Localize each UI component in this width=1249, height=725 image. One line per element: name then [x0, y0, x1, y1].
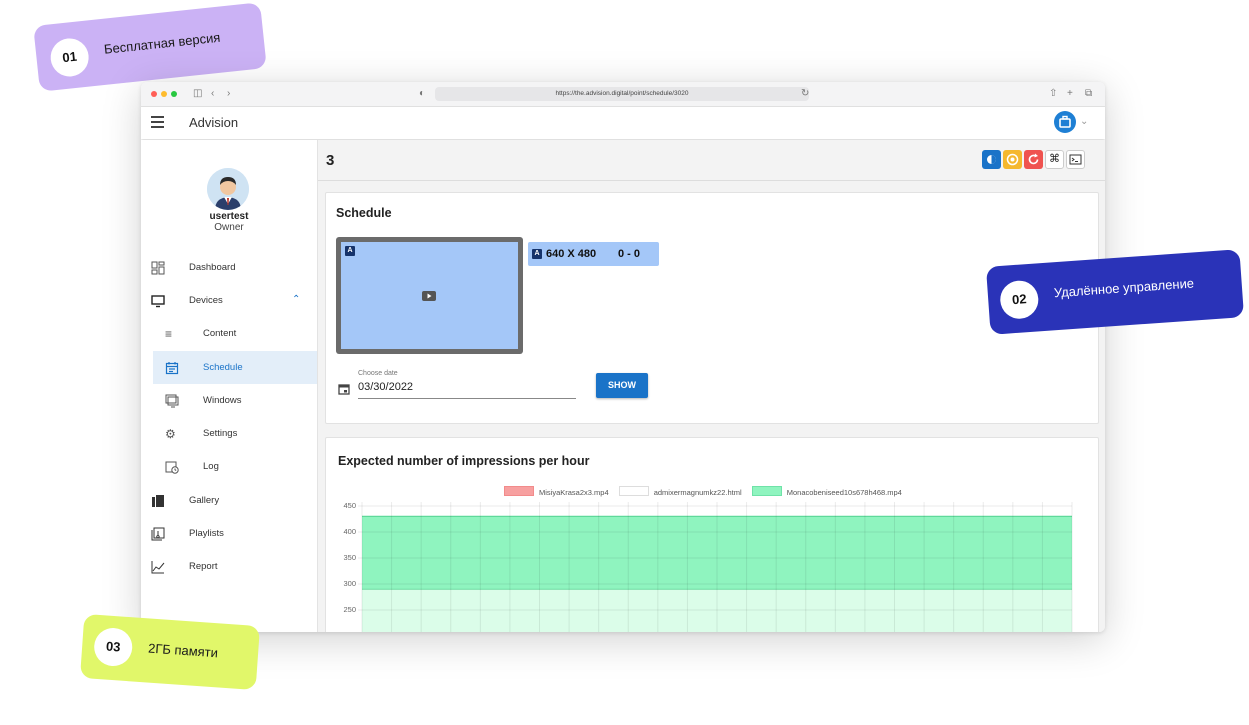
schedule-title: Schedule: [336, 206, 392, 220]
feature-label-storage: 03 2ГБ памяти: [79, 613, 261, 691]
monitor-icon: [151, 294, 165, 308]
sidebar-item-report[interactable]: Report: [141, 550, 317, 583]
refresh-button[interactable]: [1024, 150, 1043, 169]
chart-line-icon: [151, 560, 165, 574]
label-number: 03: [92, 626, 134, 668]
sidebar-item-log[interactable]: Log: [141, 450, 317, 483]
sidebar-item-label: Schedule: [203, 362, 243, 373]
chevron-down-icon[interactable]: ⌄: [1080, 116, 1088, 127]
dashboard-icon: [151, 261, 165, 275]
label-text: Удалённое управление: [1053, 275, 1195, 301]
gear-icon: ⚙: [165, 427, 176, 441]
main-content: 3 ⌘ Schedule A A 640 X 480 0 - 0 Choose …: [318, 140, 1105, 632]
app-title: Advision: [189, 115, 239, 130]
date-label: Choose date: [358, 370, 398, 377]
close-dot[interactable]: [151, 91, 157, 97]
sidebar-item-playlists[interactable]: Playlists: [141, 517, 317, 550]
playlist-icon: [151, 527, 165, 541]
screen-layout-preview[interactable]: A: [336, 237, 523, 354]
sidebar-item-label: Report: [189, 561, 218, 572]
record-button[interactable]: [1003, 150, 1022, 169]
sidebar-item-label: Windows: [203, 395, 242, 406]
menu-icon[interactable]: [151, 116, 164, 128]
sidebar-item-label: Content: [203, 328, 237, 339]
user-name: usertest: [209, 211, 249, 222]
sidebar: usertest Owner Dashboard Devices ⌃ ≡ Con…: [141, 140, 318, 632]
briefcase-icon: [1059, 115, 1071, 128]
sidebar-item-schedule[interactable]: Schedule: [153, 351, 317, 384]
zone-resolution: 640 X 480: [546, 248, 597, 260]
sidebar-item-dashboard[interactable]: Dashboard: [141, 251, 317, 284]
reload-icon[interactable]: ↻: [801, 87, 809, 101]
page-title: 3: [326, 152, 335, 169]
share-icon[interactable]: ⇧: [1049, 87, 1057, 101]
windows-icon: [165, 394, 179, 408]
sidebar-item-label: Devices: [189, 295, 223, 306]
sidebar-item-devices[interactable]: Devices ⌃: [141, 284, 317, 317]
video-icon: [422, 291, 436, 301]
avatar: [207, 168, 249, 210]
terminal-icon: [1069, 154, 1082, 165]
browser-toolbar: ◫ ‹ › ◐ https://the.advision.digital/poi…: [141, 82, 1105, 107]
schedule-card: Schedule A A 640 X 480 0 - 0 Choose date…: [325, 192, 1099, 424]
sidebar-item-label: Gallery: [189, 495, 220, 506]
sidebar-item-label: Settings: [203, 428, 238, 439]
zone-a[interactable]: A: [341, 242, 518, 349]
label-number: 01: [48, 36, 91, 79]
label-text: Бесплатная версия: [103, 29, 222, 57]
forward-icon[interactable]: ›: [227, 87, 230, 101]
chevron-up-icon[interactable]: ⌃: [292, 294, 300, 305]
command-icon: ⌘: [1049, 153, 1060, 165]
minimize-dot[interactable]: [161, 91, 167, 97]
browser-window: ◫ ‹ › ◐ https://the.advision.digital/poi…: [141, 82, 1105, 632]
user-role: Owner: [214, 222, 244, 233]
privacy-shield-icon: ◐: [419, 88, 426, 99]
playlist-add-icon: ≡: [165, 327, 173, 341]
record-icon: [1006, 153, 1019, 166]
calendar-icon: [165, 361, 179, 375]
zone-badge: A: [345, 246, 355, 256]
account-button[interactable]: [1054, 111, 1076, 133]
refresh-icon: [1028, 153, 1039, 165]
feature-label-free-version: 01 Бесплатная версия: [33, 2, 267, 92]
sidebar-item-gallery[interactable]: Gallery: [141, 484, 317, 517]
sidebar-item-label: Log: [203, 461, 219, 472]
show-button[interactable]: SHOW: [596, 373, 648, 398]
date-underline: [358, 398, 576, 399]
maximize-dot[interactable]: [171, 91, 177, 97]
zone-info-tag[interactable]: A 640 X 480 0 - 0: [528, 242, 659, 266]
impressions-chart: [358, 502, 1073, 632]
sidebar-item-content[interactable]: ≡ Content: [141, 317, 317, 350]
terminal-button[interactable]: [1066, 150, 1085, 169]
brightness-icon: [987, 155, 996, 164]
impressions-chart-card: Expected number of impressions per hour …: [325, 437, 1099, 632]
zone-offset: 0 - 0: [618, 248, 641, 260]
gallery-icon: [151, 494, 165, 508]
label-number: 02: [999, 279, 1040, 320]
tabs-overview-icon[interactable]: ⧉: [1085, 87, 1092, 101]
app-header: Advision ⌄: [141, 107, 1105, 139]
new-tab-icon[interactable]: +: [1067, 87, 1073, 101]
back-icon[interactable]: ‹: [211, 87, 214, 101]
history-icon: [165, 460, 179, 474]
sidebar-item-settings[interactable]: ⚙ Settings: [141, 417, 317, 450]
address-bar[interactable]: https://the.advision.digital/point/sched…: [435, 87, 809, 101]
date-input[interactable]: 03/30/2022: [358, 381, 413, 393]
calendar-icon: [338, 384, 350, 395]
sidebar-item-label: Dashboard: [189, 262, 236, 273]
sidebar-item-windows[interactable]: Windows: [141, 384, 317, 417]
zone-badge: A: [532, 249, 542, 259]
command-button[interactable]: ⌘: [1045, 150, 1064, 169]
label-text: 2ГБ памяти: [147, 640, 219, 661]
sidebar-toggle-icon[interactable]: ◫: [193, 87, 202, 101]
sidebar-item-label: Playlists: [189, 528, 224, 539]
brightness-button[interactable]: [982, 150, 1001, 169]
